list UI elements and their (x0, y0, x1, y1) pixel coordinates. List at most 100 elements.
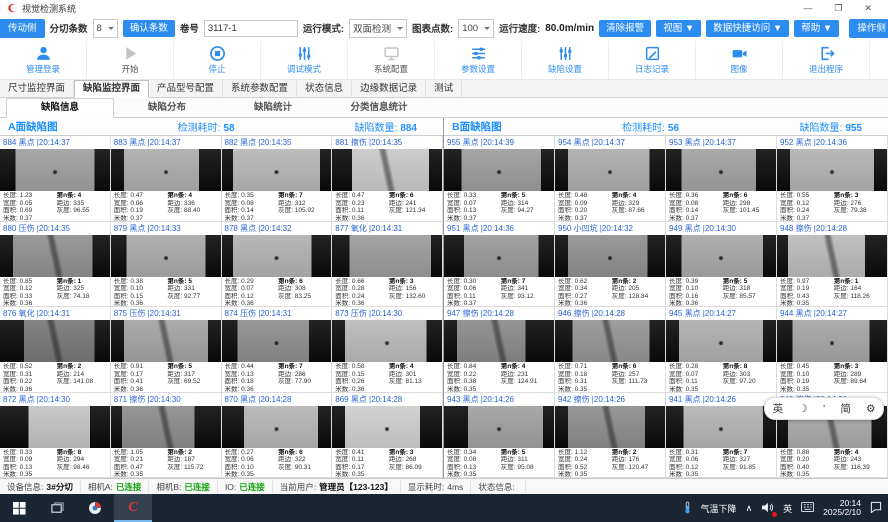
thermometer-icon[interactable] (683, 501, 692, 516)
defect-cell[interactable]: 873 压伤 |20:14:30长度: 0.58宽度: 0.15面积: 0.26… (332, 307, 443, 393)
defect-meta-left: 长度: 0.66宽度: 0.28面积: 0.24米数: 0.36 (335, 278, 389, 307)
defect-meter: 米数: 0.37 (3, 215, 57, 221)
ribbon-camera-button[interactable]: 图像 (696, 41, 783, 79)
roll-number-input[interactable] (204, 20, 298, 37)
ime-settings-icon[interactable]: ⚙ (866, 403, 875, 415)
ribbon-sliders-h-button[interactable]: 参数设置 (435, 41, 522, 79)
defect-cell[interactable]: 952 黑点 |20:14:36长度: 0.55宽度: 0.12面积: 0.24… (777, 136, 888, 222)
subtab-4[interactable]: 分类信息统计 (326, 99, 432, 117)
tab-1[interactable]: 尺寸监控界面 (0, 81, 74, 97)
ime-punctuation-toggle[interactable]: ’ (823, 403, 825, 415)
defect-cell[interactable]: 883 黑点 |20:14:37长度: 0.47宽度: 0.06面积: 0.19… (111, 136, 222, 222)
defect-cell[interactable]: 941 黑点 |20:14:26长度: 0.31宽度: 0.06面积: 0.12… (666, 393, 777, 479)
weather-text[interactable]: 气温下降 (701, 502, 737, 515)
tab-5[interactable]: 状态信息 (297, 81, 352, 97)
defect-edge-distance: 距边: 341 (501, 285, 552, 293)
ime-simplified-toggle[interactable]: 简 (840, 401, 851, 416)
volume-icon[interactable] (761, 502, 774, 515)
task-view-button[interactable] (38, 494, 76, 522)
defect-cell[interactable]: 881 擦伤 |20:14:35长度: 0.47宽度: 0.23面积: 0.11… (332, 136, 443, 222)
confirm-count-button[interactable]: 确认条数 (123, 20, 175, 37)
defect-cell[interactable]: 884 黑点 |20:14:37长度: 1.23宽度: 0.05面积: 0.69… (0, 136, 111, 222)
defect-cell[interactable]: 878 黑点 |20:14:32长度: 0.29宽度: 0.07面积: 0.12… (222, 222, 333, 308)
ribbon-exit-button[interactable]: 退出程序 (783, 41, 870, 79)
tray-expand-icon[interactable]: ∧ (746, 503, 753, 514)
defect-meta-left: 长度: 0.38宽度: 0.10面积: 0.15米数: 0.36 (114, 278, 168, 307)
defect-thumbnail (332, 235, 442, 277)
defect-cell[interactable]: 950 小凹坑 |20:14:32长度: 0.62宽度: 0.34面积: 0.2… (555, 222, 666, 308)
ribbon-user-button[interactable]: 管理登录 (0, 41, 87, 79)
detect-time-label: 检测耗时: (178, 123, 221, 134)
defect-cell[interactable]: 872 黑点 |20:14:30长度: 0.33宽度: 0.09面积: 0.13… (0, 393, 111, 479)
defect-cell[interactable]: 944 黑点 |20:14:27长度: 0.45宽度: 0.10面积: 0.19… (777, 307, 888, 393)
defect-cell[interactable]: 947 擦伤 |20:14:28长度: 0.84宽度: 0.22面积: 0.38… (444, 307, 555, 393)
subtab-3[interactable]: 缺陷统计 (220, 99, 326, 117)
minimize-button[interactable]: — (803, 2, 812, 14)
ime-language-toggle[interactable]: 英 (773, 401, 784, 416)
defect-length: 长度: 0.35 (225, 192, 279, 200)
defect-edge-distance: 距边: 312 (278, 200, 329, 208)
defect-cell[interactable]: 943 黑点 |20:14:26长度: 0.34宽度: 0.08面积: 0.13… (444, 393, 555, 479)
start-button[interactable] (0, 494, 38, 522)
defect-cell[interactable]: 946 擦伤 |20:14:28长度: 0.71宽度: 0.18面积: 0.31… (555, 307, 666, 393)
defect-meta: 长度: 0.28宽度: 0.07面积: 0.11米数: 0.35第n条: 8距边… (666, 362, 776, 392)
defect-cell[interactable]: 953 黑点 |20:14:37长度: 0.36宽度: 0.08面积: 0.14… (666, 136, 777, 222)
defect-cell[interactable]: 942 擦伤 |20:14:26长度: 1.12宽度: 0.24面积: 0.52… (555, 393, 666, 479)
help-menu-button[interactable]: 帮助 ▼ (794, 20, 839, 37)
defect-length: 长度: 0.36 (669, 192, 723, 200)
data-quick-access-button[interactable]: 数据快捷访问 ▼ (706, 20, 789, 37)
view-menu-button[interactable]: 视图 ▼ (656, 20, 701, 37)
ribbon-sliders-v-button[interactable]: 调试模式 (261, 41, 348, 79)
maximize-button[interactable]: ❐ (834, 2, 842, 14)
close-button[interactable]: ✕ (864, 2, 872, 14)
notification-center-icon[interactable] (870, 501, 882, 515)
defect-width: 宽度: 0.09 (558, 200, 612, 208)
defect-meter: 米数: 0.35 (225, 471, 279, 477)
ribbon-play-button[interactable]: 开始 (87, 41, 174, 79)
tab-4[interactable]: 系统参数配置 (223, 81, 297, 97)
defect-cell[interactable]: 875 压伤 |20:14:31长度: 0.91宽度: 0.17面积: 0.41… (111, 307, 222, 393)
stop-icon (209, 45, 226, 62)
taskbar-active-app-icon[interactable]: C (114, 494, 152, 522)
ime-keyboard-icon[interactable] (801, 502, 814, 514)
ribbon-monitor-button[interactable]: 系统配置 (348, 41, 435, 79)
defect-cell[interactable]: 870 黑点 |20:14:28长度: 0.27宽度: 0.06面积: 0.10… (222, 393, 333, 479)
ime-language-indicator[interactable]: 英 (783, 502, 792, 515)
operator-side-button[interactable]: 操作侧 (849, 19, 888, 38)
tab-2[interactable]: 缺陷监控界面 (74, 80, 149, 98)
taskbar-clock[interactable]: 20:14 2025/2/10 (823, 499, 861, 518)
ribbon-stop-button[interactable]: 停止 (174, 41, 261, 79)
subtab-1[interactable]: 缺陷信息 (6, 98, 114, 118)
defect-cell[interactable]: 948 擦伤 |20:14:28长度: 0.97宽度: 0.19面积: 0.43… (777, 222, 888, 308)
ribbon-log-button[interactable]: 日志记录 (609, 41, 696, 79)
defect-cell[interactable]: 949 黑点 |20:14:30长度: 0.39宽度: 0.10面积: 0.16… (666, 222, 777, 308)
slit-count-select[interactable]: 8 (93, 19, 118, 38)
drive-side-button[interactable]: 传动侧 (0, 19, 45, 38)
ime-halfwidth-moon-icon[interactable]: ☽ (798, 403, 807, 415)
defect-cell[interactable]: 882 黑点 |20:14:35长度: 0.35宽度: 0.08面积: 0.14… (222, 136, 333, 222)
current-user-label: 当前用户: (280, 482, 316, 492)
clear-alarm-button[interactable]: 清除报警 (599, 20, 651, 37)
defect-cell[interactable]: 955 黑点 |20:14:39长度: 0.33宽度: 0.07面积: 0.13… (444, 136, 555, 222)
defect-cell[interactable]: 954 黑点 |20:14:37长度: 0.48宽度: 0.09面积: 0.20… (555, 136, 666, 222)
chart-points-select[interactable]: 100 (458, 19, 494, 38)
tab-3[interactable]: 产品型号配置 (149, 81, 223, 97)
defect-cell-header: 871 擦伤 |20:14:30 (111, 393, 221, 406)
defect-cell[interactable]: 874 压伤 |20:14:31长度: 0.44宽度: 0.13面积: 0.18… (222, 307, 333, 393)
run-mode-select[interactable]: 双面检测 (349, 19, 407, 38)
defect-cell[interactable]: 880 压伤 |20:14:35长度: 0.85宽度: 0.12面积: 0.33… (0, 222, 111, 308)
taskbar-app-icon[interactable] (76, 494, 114, 522)
defect-cell[interactable]: 876 氧化 |20:14:31长度: 0.52宽度: 0.31面积: 0.22… (0, 307, 111, 393)
defect-cell[interactable]: 879 黑点 |20:14:33长度: 0.38宽度: 0.10面积: 0.15… (111, 222, 222, 308)
defect-cell[interactable]: 951 黑点 |20:14:36长度: 0.30宽度: 0.06面积: 0.11… (444, 222, 555, 308)
defect-cell[interactable]: 871 擦伤 |20:14:30长度: 1.05宽度: 0.21面积: 0.47… (111, 393, 222, 479)
status-bar: 设备信息:3#分切相机A:已连接相机B:已连接IO:已连接当前用户:管理员【12… (0, 478, 888, 494)
tab-6[interactable]: 边缘数据记录 (352, 81, 426, 97)
defect-cell[interactable]: 945 黑点 |20:14:27长度: 0.28宽度: 0.07面积: 0.11… (666, 307, 777, 393)
defect-cell[interactable]: 877 氧化 |20:14:31长度: 0.66宽度: 0.28面积: 0.24… (332, 222, 443, 308)
slit-count-value: 8 (97, 23, 102, 34)
defect-cell[interactable]: 869 黑点 |20:14:28长度: 0.41宽度: 0.11面积: 0.17… (332, 393, 443, 479)
tab-7[interactable]: 测试 (426, 81, 462, 97)
ribbon-sliders-v2-button[interactable]: 缺陷设置 (522, 41, 609, 79)
subtab-2[interactable]: 缺陷分布 (114, 99, 220, 117)
